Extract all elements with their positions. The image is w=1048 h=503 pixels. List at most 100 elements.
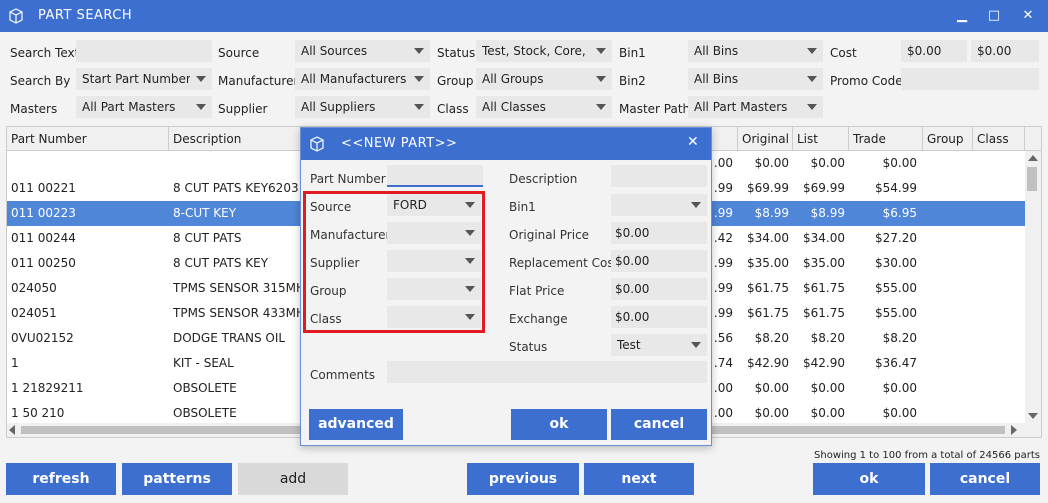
source-filter-dropdown[interactable]: All Sources [295,40,430,62]
dialog-cancel-button[interactable]: cancel [611,409,707,440]
cell-trade: $27.20 [875,231,917,245]
chevron-down-icon [807,48,817,54]
status-label: Status [509,340,548,354]
header-description[interactable]: Description [169,127,301,151]
supplier-dropdown[interactable] [387,250,481,272]
chevron-down-icon [807,76,817,82]
cost-min-input[interactable]: $0.00 [901,40,967,62]
description-input[interactable] [611,165,707,187]
scroll-up-icon[interactable] [1028,155,1038,161]
source-filter-label: Source [218,46,260,60]
header-trade[interactable]: Trade [849,127,923,151]
header-part-number[interactable]: Part Number [7,127,169,151]
cell-trade: $8.20 [882,331,917,345]
dialog-ok-button[interactable]: ok [511,409,607,440]
manufacturer-filter-label: Manufacturer [218,74,299,88]
class-dropdown[interactable] [387,306,481,328]
cell-trade: $0.00 [882,156,917,170]
cell-trade: $55.00 [875,306,917,320]
flat-price-input[interactable]: $0.00 [611,278,707,300]
maximize-icon[interactable]: □ [984,6,1004,26]
search-by-label: Search By [10,74,71,88]
chevron-down-icon [691,202,701,208]
chevron-down-icon [596,76,606,82]
chevron-down-icon [465,230,475,236]
add-button[interactable]: add [238,463,348,495]
cell-original: $35.00 [747,256,789,270]
minimize-icon[interactable]: ▁ [952,6,972,26]
manufacturer-dropdown[interactable] [387,222,481,244]
next-button[interactable]: next [584,463,694,495]
original-price-input[interactable]: $0.00 [611,222,707,244]
cell-description: KIT - SEAL [173,356,234,370]
cell-trade: $36.47 [875,356,917,370]
chevron-down-icon [196,104,206,110]
part-number-input[interactable] [387,165,483,187]
ok-button[interactable]: ok [813,463,925,495]
cancel-button[interactable]: cancel [930,463,1040,495]
bin1-label: Bin1 [509,200,536,214]
dialog-close-icon[interactable]: ✕ [687,134,699,150]
dialog-title-bar: <<NEW PART>> ✕ [301,128,711,160]
cell-list: $8.99 [810,206,845,220]
manufacturer-filter-dropdown[interactable]: All Manufacturers [295,68,430,90]
cell-original: $8.99 [754,206,789,220]
search-text-label: Search Text [10,46,80,60]
group-filter-label: Group [437,74,474,88]
supplier-filter-dropdown[interactable]: All Suppliers [295,96,430,118]
original-price-label: Original Price [509,228,590,242]
comments-input[interactable] [387,361,707,383]
source-dropdown[interactable]: FORD [387,194,481,216]
replacement-cost-label: Replacement Cost [509,256,619,270]
cell-trade: $6.95 [882,206,917,220]
scroll-right-icon[interactable] [1011,425,1017,435]
bin1-dropdown[interactable] [611,194,707,216]
bin2-filter-dropdown[interactable]: All Bins [688,68,823,90]
cell-trade: $55.00 [875,281,917,295]
class-filter-dropdown[interactable]: All Classes [476,96,612,118]
advanced-button[interactable]: advanced [309,409,403,440]
flat-price-label: Flat Price [509,284,565,298]
cost-max-input[interactable]: $0.00 [971,40,1039,62]
scroll-down-icon[interactable] [1028,413,1038,419]
group-filter-dropdown[interactable]: All Groups [476,68,612,90]
cell-part-number: 1 21829211 [11,381,84,395]
master-path-dropdown[interactable]: All Part Masters [688,96,823,118]
cell-trade: $0.00 [882,381,917,395]
header-class[interactable]: Class [973,127,1025,151]
cell-original: $69.99 [747,181,789,195]
chevron-down-icon [596,48,606,54]
refresh-button[interactable]: refresh [6,463,116,495]
masters-label: Masters [10,102,58,116]
previous-button[interactable]: previous [467,463,579,495]
vertical-scrollbar[interactable] [1025,151,1041,437]
group-dropdown[interactable] [387,278,481,300]
title-bar: PART SEARCH ▁ □ ✕ [0,0,1048,32]
masters-dropdown[interactable]: All Part Masters [76,96,212,118]
description-label: Description [509,172,578,186]
bin2-filter-label: Bin2 [619,74,646,88]
status-dropdown[interactable]: Test [611,334,707,356]
status-filter-dropdown[interactable]: Test, Stock, Core, N [476,40,612,62]
search-text-input[interactable] [76,40,212,62]
cell-part-number: 024051 [11,306,57,320]
header-original[interactable]: Original [737,127,793,151]
scroll-left-icon[interactable] [9,425,15,435]
scroll-thumb[interactable] [1027,167,1037,191]
cell-original: $0.00 [754,381,789,395]
group-label: Group [310,284,347,298]
cell-list: $0.00 [810,156,845,170]
cell-part-number: 1 [11,356,19,370]
bin1-filter-dropdown[interactable]: All Bins [688,40,823,62]
header-group[interactable]: Group [923,127,973,151]
supplier-filter-label: Supplier [218,102,268,116]
promo-code-label: Promo Code [830,74,903,88]
patterns-button[interactable]: patterns [122,463,232,495]
search-by-dropdown[interactable]: Start Part Number [76,68,212,90]
cell-trade: $30.00 [875,256,917,270]
close-icon[interactable]: ✕ [1018,6,1038,26]
header-list[interactable]: List [793,127,849,151]
exchange-input[interactable]: $0.00 [611,306,707,328]
replacement-cost-input[interactable]: $0.00 [611,250,707,272]
promo-code-input[interactable] [901,68,1039,90]
